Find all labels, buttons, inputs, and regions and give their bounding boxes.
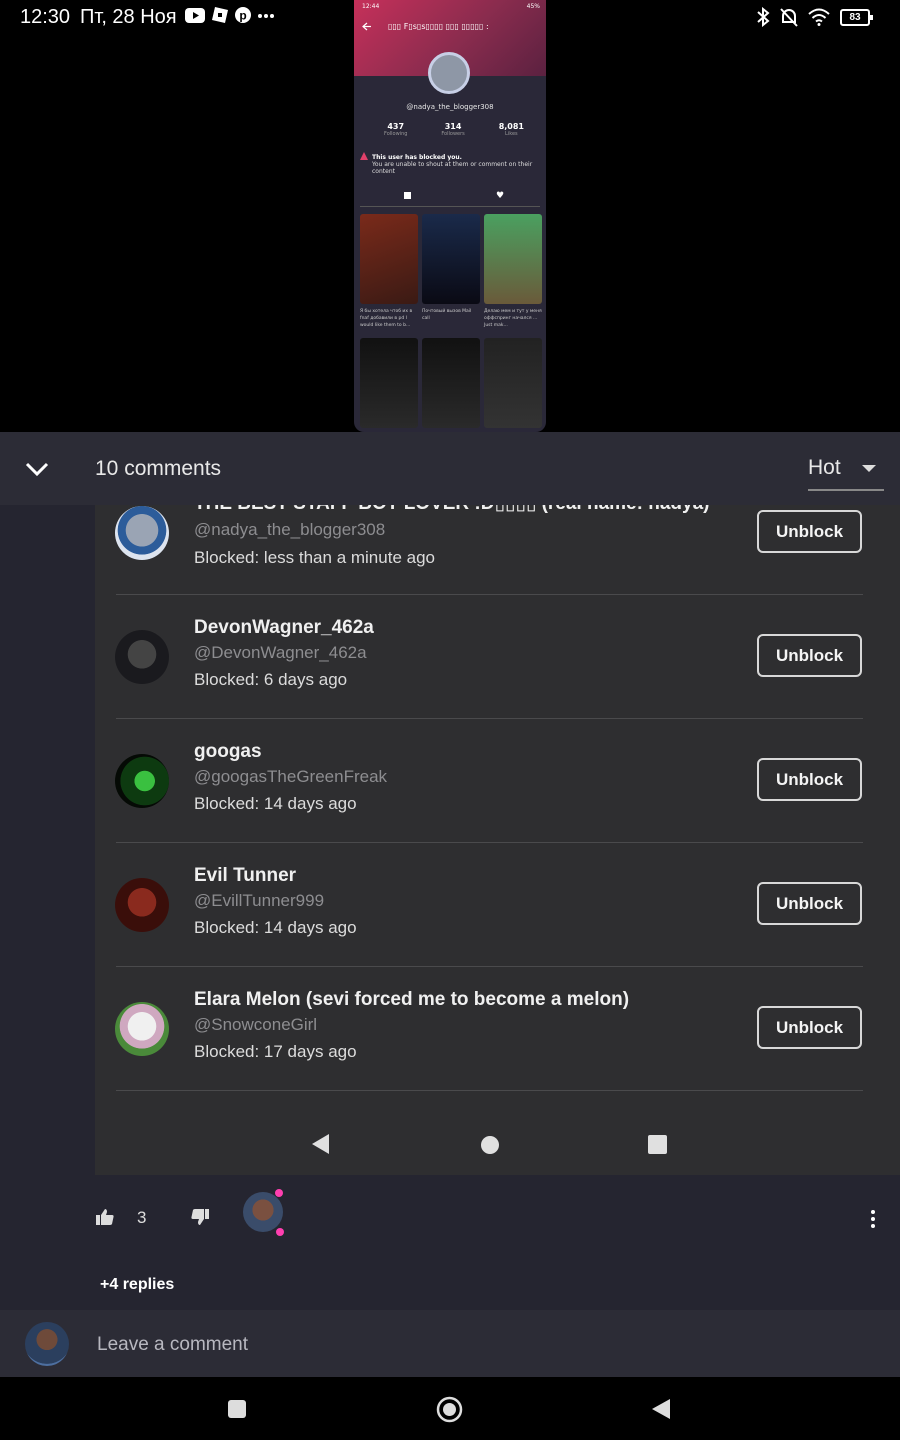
battery-icon: 83: [840, 8, 873, 26]
avatar: [115, 506, 169, 560]
reaction-badge: [275, 1189, 283, 1197]
sort-dropdown[interactable]: Hot: [808, 454, 884, 491]
user-handle: @EvillTunner999: [194, 891, 325, 910]
more-dots-icon: [258, 14, 274, 18]
avatar: [115, 878, 169, 932]
screenshot-blocked-notice: This user has blocked you. You are unabl…: [360, 152, 540, 175]
comment-count: 10 comments: [95, 457, 222, 480]
blocked-user-row: googas @googasTheGreenFreak Blocked: 14 …: [95, 719, 900, 843]
post-thumb: [484, 214, 542, 304]
home-icon[interactable]: [436, 1396, 463, 1423]
comment-input[interactable]: [95, 1328, 799, 1362]
like-count: 3: [137, 1208, 147, 1227]
comment-input-bar: [0, 1310, 900, 1377]
post-caption: Делаю мем и тут у меня оффспринг начался…: [484, 309, 542, 328]
screenshot-handle: @nadya_the_blogger308: [406, 103, 494, 111]
recents-square-icon: [648, 1135, 667, 1154]
more-vert-icon[interactable]: [871, 1210, 875, 1231]
reaction-badge: [276, 1228, 284, 1236]
blocked-time: Blocked: 14 days ago: [194, 794, 357, 813]
back-triangle-icon: [312, 1134, 329, 1154]
thumbs-down-icon[interactable]: [191, 1208, 209, 1226]
blocked-time: Blocked: less than a minute ago: [194, 548, 435, 567]
post-thumb: [484, 338, 542, 428]
avatar: [115, 630, 169, 684]
blocked-user-row: THE BEST STAFF BOT LOVER :D▯▯▯▯ (real na…: [95, 505, 900, 595]
user-name: DevonWagner_462a: [194, 617, 374, 638]
post-caption: Я бы хотела чтоб их в fnaf добавили в pd…: [360, 309, 413, 328]
attached-screenshot[interactable]: 12:44 45% ▯▯▯ F▯s▯s▯▯▯▯ ▯▯▯ ▯▯▯▯▯ : @nad…: [354, 0, 546, 432]
unblock-button[interactable]: Unblock: [757, 758, 862, 801]
youtube-icon: [185, 7, 205, 23]
stat-followers: 314 Followers: [441, 122, 465, 137]
user-handle: @SnowconeGirl: [194, 1015, 318, 1034]
pinterest-icon: p: [235, 7, 251, 23]
replies-link[interactable]: +4 replies: [100, 1276, 174, 1294]
user-name: Evil Tunner: [194, 865, 297, 886]
roblox-icon: [212, 7, 228, 23]
back-arrow-icon: [362, 22, 371, 31]
user-name: THE BEST STAFF BOT LOVER :D▯▯▯▯ (real na…: [194, 505, 709, 515]
unblock-button[interactable]: Unblock: [757, 882, 862, 925]
chevron-down-icon[interactable]: [24, 456, 50, 482]
svg-text:p: p: [239, 9, 246, 23]
comment-actions: 3: [0, 1189, 900, 1244]
screenshot-status-time: 12:44: [362, 3, 380, 10]
avatar: [115, 1002, 169, 1056]
blocked-user-row: Elara Melon (sevi forced me to become a …: [95, 967, 900, 1091]
blocked-time: Blocked: 6 days ago: [194, 670, 348, 689]
current-user-avatar: [25, 1322, 69, 1366]
sort-label: Hot: [808, 456, 841, 479]
post-thumb: [360, 214, 418, 304]
status-date: Пт, 28 Ноя: [80, 6, 177, 28]
avatar: [115, 754, 169, 808]
wifi-icon: [808, 8, 830, 26]
user-handle: @googasTheGreenFreak: [194, 767, 388, 786]
screenshot-tabs: ♥: [360, 190, 540, 207]
user-handle: @DevonWagner_462a: [194, 643, 367, 662]
heart-icon: ♥: [496, 191, 505, 201]
thumbs-up-icon[interactable]: [96, 1208, 114, 1226]
bluetooth-icon: [757, 7, 770, 27]
stat-following: 437 Following: [384, 122, 408, 137]
screenshot-profile-title: ▯▯▯ F▯s▯s▯▯▯▯ ▯▯▯ ▯▯▯▯▯ :: [388, 22, 489, 31]
status-time: 12:30: [20, 6, 71, 28]
post-thumb: [360, 338, 418, 428]
user-handle: @nadya_the_blogger308: [194, 520, 386, 539]
screenshot-profile-avatar: [428, 52, 470, 94]
unblock-button[interactable]: Unblock: [757, 634, 862, 677]
unblock-button[interactable]: Unblock: [757, 510, 862, 553]
warning-icon: [360, 152, 368, 160]
bell-off-icon: [780, 8, 798, 27]
blocked-users-screenshot[interactable]: THE BEST STAFF BOT LOVER :D▯▯▯▯ (real na…: [95, 505, 900, 1175]
stat-likes: 8,081 Likes: [498, 122, 524, 137]
blocked-user-row: DevonWagner_462a @DevonWagner_462a Block…: [95, 595, 900, 719]
recents-icon[interactable]: [227, 1399, 247, 1419]
home-circle-icon: [481, 1136, 499, 1154]
user-name: googas: [194, 741, 262, 762]
divider: [116, 1090, 863, 1091]
comments-header: 10 comments Hot: [0, 432, 900, 505]
screenshot-stats: 437 Following 314 Followers 8,081 Likes: [384, 122, 524, 137]
post-caption: Почтовый вызов Mail call: [422, 309, 472, 321]
blocked-time: Blocked: 17 days ago: [194, 1042, 357, 1061]
screenshot-status-battery: 45%: [526, 3, 540, 10]
screenshot-nav-bar: [95, 1125, 900, 1165]
back-icon[interactable]: [651, 1398, 671, 1420]
grid-icon: [404, 192, 411, 199]
blocked-user-row: Evil Tunner @EvillTunner999 Blocked: 14 …: [95, 843, 900, 967]
blocked-time: Blocked: 14 days ago: [194, 918, 357, 937]
notification-icons: p: [185, 7, 274, 23]
system-icons: 83: [756, 7, 873, 27]
system-nav-bar: [0, 1377, 900, 1440]
caret-down-icon: [862, 465, 876, 472]
unblock-button[interactable]: Unblock: [757, 1006, 862, 1049]
post-thumb: [422, 214, 480, 304]
post-thumb: [422, 338, 480, 428]
user-name: Elara Melon (sevi forced me to become a …: [194, 989, 630, 1010]
reactor-avatar[interactable]: [243, 1192, 283, 1232]
